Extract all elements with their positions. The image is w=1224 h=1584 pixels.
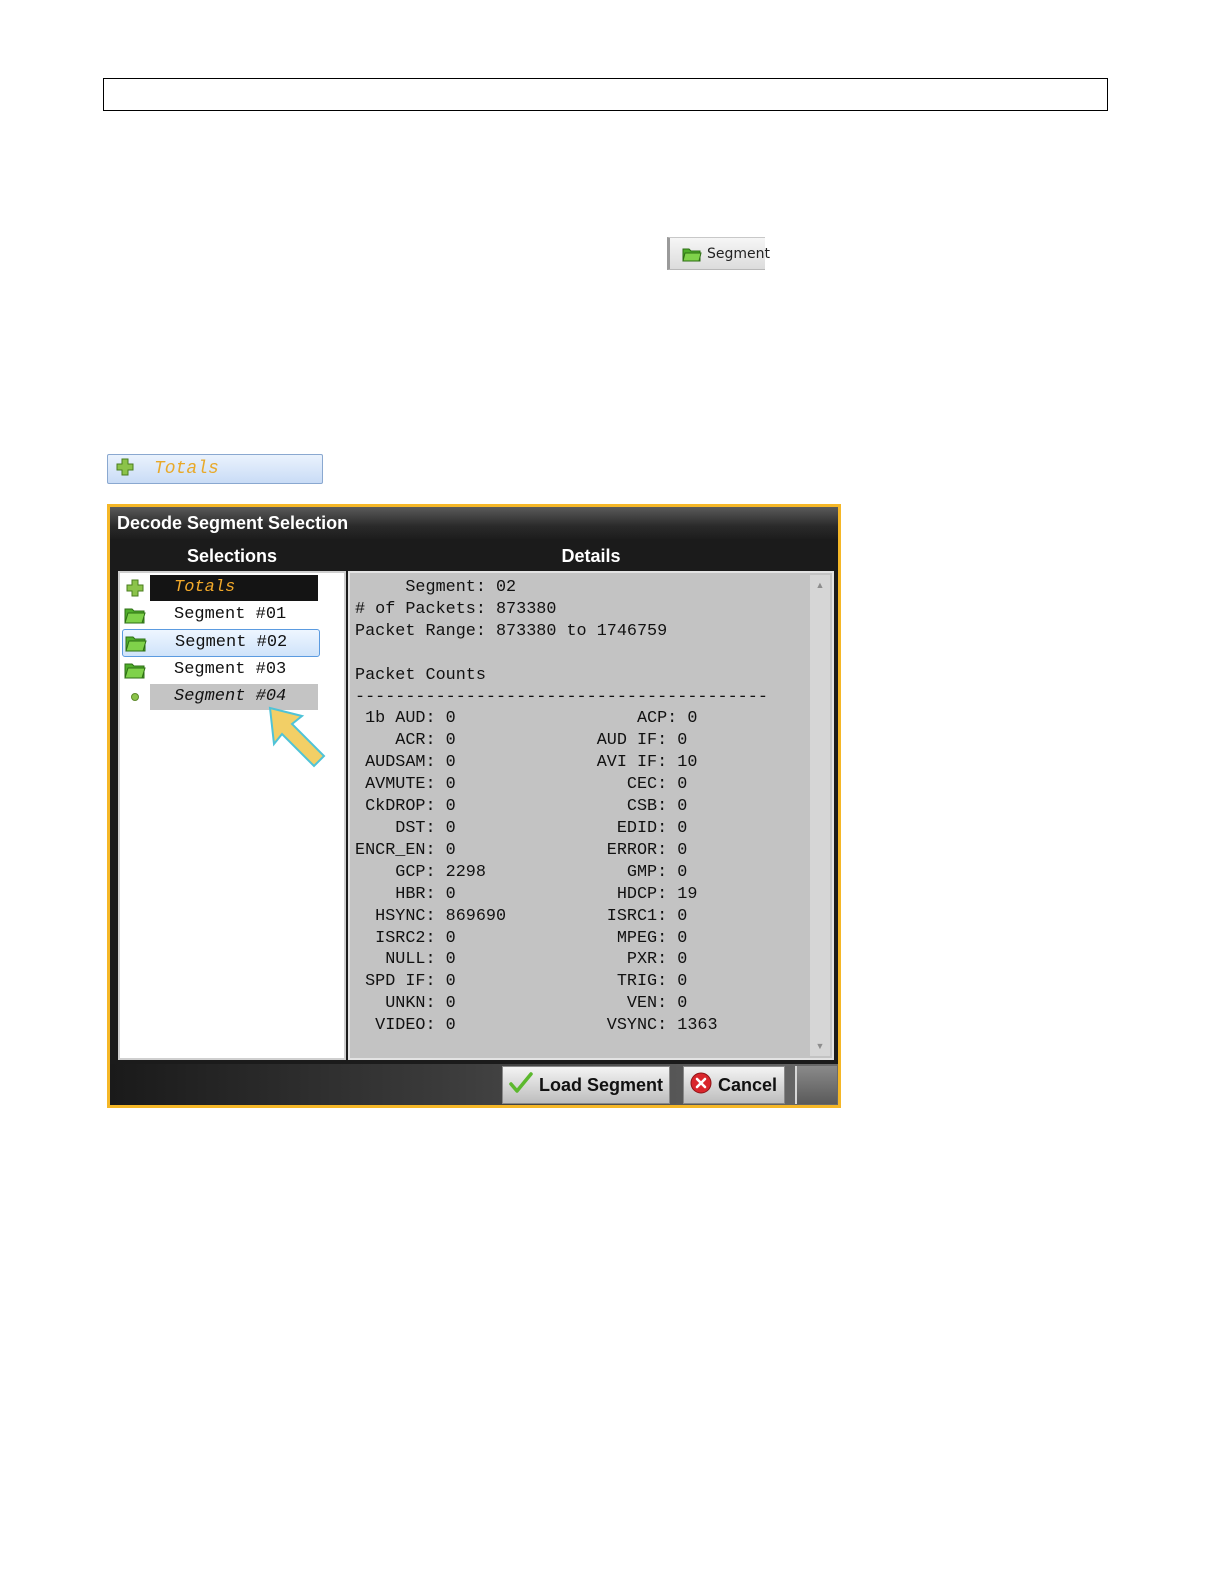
selection-item-segment-03[interactable]: Segment #03	[122, 657, 322, 683]
load-segment-button[interactable]: Load Segment	[502, 1066, 670, 1104]
details-header: Details	[561, 546, 621, 566]
scroll-down-icon[interactable]: ▼	[810, 1038, 830, 1054]
load-segment-label: Load Segment	[539, 1074, 664, 1095]
folder-icon	[123, 634, 149, 652]
selection-label: Segment #01	[174, 605, 287, 624]
folder-icon	[122, 606, 148, 624]
dot-icon	[122, 692, 148, 702]
segment-button-label: Segment	[707, 245, 770, 262]
pointer-arrow-icon	[268, 706, 326, 768]
cancel-button[interactable]: Cancel	[683, 1066, 785, 1104]
selection-label: Segment #02	[175, 633, 288, 652]
scroll-up-icon[interactable]: ▲	[810, 577, 830, 593]
cancel-x-icon	[690, 1072, 712, 1099]
dialog-footer: Load Segment Cancel	[110, 1064, 838, 1105]
folder-icon	[122, 661, 148, 679]
cancel-label: Cancel	[718, 1074, 778, 1095]
selection-item-segment-01[interactable]: Segment #01	[122, 602, 322, 628]
dialog-title: Decode Segment Selection	[110, 507, 838, 539]
selection-label: Segment #03	[174, 660, 287, 679]
selections-list: Totals Segment #01 Segment #02 Segment #…	[118, 571, 346, 1060]
folder-icon	[682, 246, 702, 262]
details-text: Segment: 02 # of Packets: 873380 Packet …	[355, 578, 768, 1036]
selection-item-segment-02[interactable]: Segment #02	[122, 629, 320, 657]
decode-segment-dialog: Decode Segment Selection Selections Deta…	[107, 504, 841, 1108]
page-header-box	[103, 78, 1108, 111]
checkmark-icon	[509, 1071, 533, 1099]
selection-item-totals[interactable]: Totals	[122, 575, 322, 601]
selections-header: Selections	[186, 546, 278, 566]
selection-label: Totals	[150, 575, 318, 601]
segment-toolbar-button[interactable]: Segment	[667, 237, 770, 270]
details-scrollbar[interactable]: ▲ ▼	[810, 575, 830, 1056]
totals-chip[interactable]: Totals	[107, 454, 323, 484]
details-panel: Segment: 02 # of Packets: 873380 Packet …	[348, 571, 834, 1060]
totals-chip-label: Totals	[154, 459, 219, 479]
plus-icon	[116, 458, 134, 481]
plus-icon	[122, 579, 148, 597]
footer-stub-button[interactable]	[795, 1066, 837, 1104]
